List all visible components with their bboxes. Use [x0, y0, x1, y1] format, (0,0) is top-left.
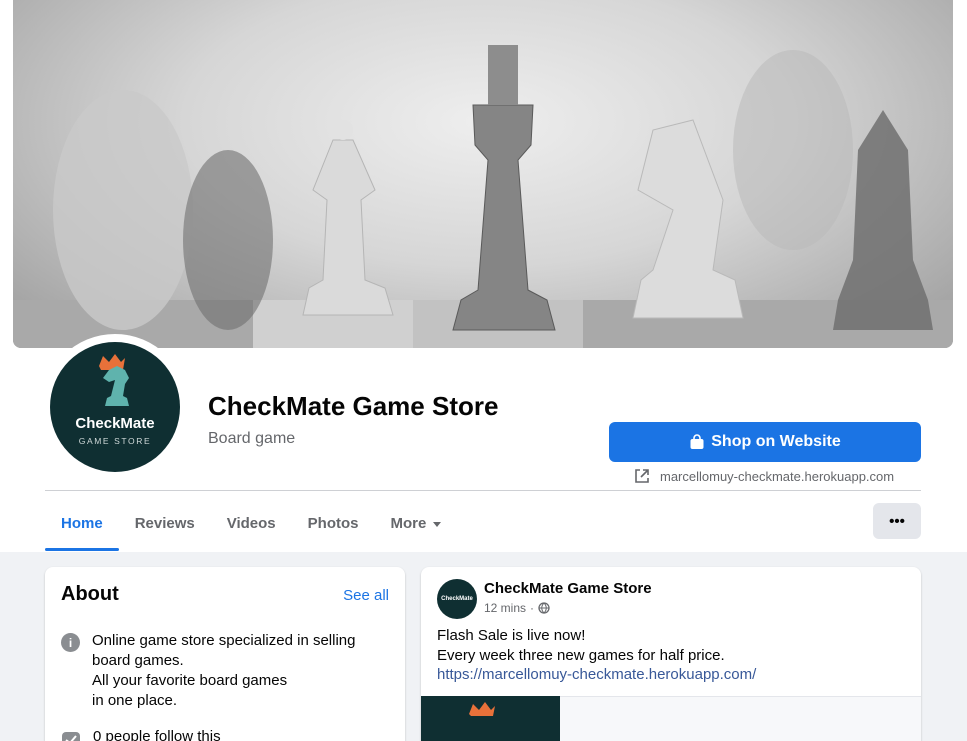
website-link[interactable]: marcellomuy-checkmate.herokuapp.com: [634, 468, 894, 484]
tab-label: More: [390, 515, 427, 532]
about-title: About: [61, 583, 119, 605]
external-link-icon: [635, 469, 649, 483]
followers-row: 0 people follow this: [61, 727, 221, 741]
page-title: CheckMate Game Store: [208, 391, 499, 421]
post-link[interactable]: https://marcellomuy-checkmate.herokuapp.…: [437, 666, 756, 683]
post-image[interactable]: [421, 696, 560, 741]
profile-picture[interactable]: CheckMate GAME STORE: [50, 342, 180, 472]
tab-videos[interactable]: Videos: [211, 496, 292, 551]
page-category[interactable]: Board game: [208, 430, 295, 448]
page-header: CheckMate GAME STORE CheckMate Game Stor…: [0, 0, 967, 552]
about-description: Online game store specialized in selling…: [92, 632, 356, 709]
followers-count[interactable]: 0 people follow this: [93, 727, 221, 741]
info-icon: i: [61, 633, 80, 652]
header-divider: [45, 490, 921, 491]
post-timestamp[interactable]: 12 mins: [484, 601, 526, 615]
post-text: Flash Sale is live now! Every week three…: [437, 627, 725, 664]
tab-label: Reviews: [134, 515, 195, 532]
globe-icon[interactable]: [538, 602, 550, 614]
tab-home[interactable]: Home: [45, 496, 119, 551]
caret-down-icon: [433, 521, 442, 527]
post-avatar-text: CheckMate: [441, 596, 473, 602]
shop-on-website-label: Shop on Website: [711, 433, 841, 450]
shopping-bag-icon: [690, 434, 704, 449]
followers-icon: [62, 732, 80, 741]
see-all-link[interactable]: See all: [343, 587, 389, 604]
logo-subtitle: GAME STORE: [78, 436, 152, 446]
knight-logo-icon: [99, 354, 129, 406]
page-tabs: Home Reviews Videos Photos More: [45, 496, 458, 551]
tab-reviews[interactable]: Reviews: [119, 496, 211, 551]
logo-title: CheckMate: [75, 415, 155, 432]
tab-label: Photos: [307, 515, 359, 532]
post-image-panel: [560, 696, 921, 741]
tab-label: Home: [61, 515, 103, 532]
crown-icon: [469, 702, 495, 716]
website-url: marcellomuy-checkmate.herokuapp.com: [660, 468, 895, 484]
tab-photos[interactable]: Photos: [292, 496, 375, 551]
crown-icon: [99, 354, 125, 370]
about-description-row: i Online game store specialized in selli…: [61, 631, 355, 711]
about-card: About See all i Online game store specia…: [45, 567, 405, 741]
more-options-button[interactable]: •••: [873, 503, 921, 539]
shop-on-website-button[interactable]: Shop on Website: [609, 422, 921, 462]
cover-photo[interactable]: [13, 0, 953, 348]
post-card: CheckMate CheckMate Game Store 12 mins ·…: [421, 567, 921, 741]
post-meta: 12 mins ·: [484, 601, 550, 615]
post-author-name[interactable]: CheckMate Game Store: [484, 580, 652, 597]
meta-separator: ·: [530, 601, 535, 615]
post-author-avatar[interactable]: CheckMate: [437, 579, 477, 619]
tab-more[interactable]: More: [375, 496, 459, 551]
tab-label: Videos: [226, 515, 276, 532]
